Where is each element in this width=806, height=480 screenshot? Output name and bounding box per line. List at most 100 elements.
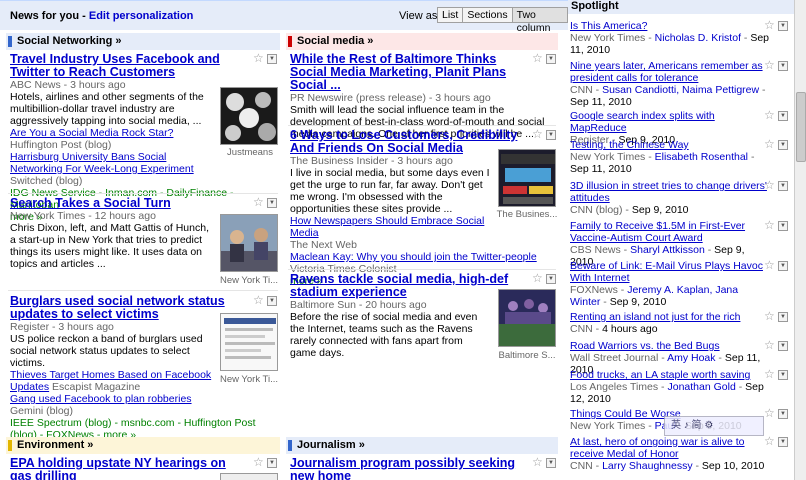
thumbnail-caption: Justmeans bbox=[227, 147, 273, 158]
star-icon[interactable]: ☆ bbox=[764, 179, 776, 192]
scrollbar-thumb[interactable] bbox=[796, 92, 806, 162]
star-icon[interactable]: ☆ bbox=[764, 407, 776, 420]
spotlight-headline[interactable]: Nine years later, Americans remember as … bbox=[570, 60, 770, 84]
page-title: News for you bbox=[10, 10, 80, 22]
vertical-scrollbar[interactable] bbox=[794, 0, 806, 480]
story-headline[interactable]: Ravens tackle social media, high-def sta… bbox=[290, 273, 525, 299]
story-headline[interactable]: Journalism program possibly seeking new … bbox=[290, 457, 525, 480]
chevron-down-icon[interactable]: ▼ bbox=[778, 341, 788, 351]
spotlight-headline[interactable]: Beware of Link: E-Mail Virus Plays Havoc… bbox=[570, 260, 770, 284]
star-icon[interactable]: ☆ bbox=[764, 59, 776, 72]
spotlight-author[interactable]: Larry Shaughnessy bbox=[602, 460, 692, 472]
section-title-social-networking[interactable]: Social Networking » bbox=[6, 33, 280, 50]
star-icon[interactable]: ☆ bbox=[764, 138, 776, 151]
spotlight-controls: ☆ ▼ bbox=[764, 109, 788, 122]
chevron-down-icon[interactable]: ▼ bbox=[267, 198, 277, 208]
edit-personalization-link[interactable]: Edit personalization bbox=[89, 10, 194, 22]
story-headline[interactable]: Travel Industry Uses Facebook and Twitte… bbox=[10, 53, 245, 79]
story-thumbnail[interactable] bbox=[220, 87, 278, 145]
star-icon[interactable]: ☆ bbox=[764, 219, 776, 232]
spotlight-headline[interactable]: Is This America? bbox=[570, 20, 770, 32]
view-list-button[interactable]: List bbox=[437, 7, 464, 23]
star-icon[interactable]: ☆ bbox=[764, 339, 776, 352]
spotlight-headline[interactable]: Google search index splits with MapReduc… bbox=[570, 110, 770, 134]
star-icon[interactable]: ☆ bbox=[253, 294, 265, 307]
story-item: EPA holding upstate NY hearings on gas d… bbox=[10, 456, 278, 480]
view-sections-button[interactable]: Sections bbox=[462, 7, 513, 23]
chevron-down-icon[interactable]: ▼ bbox=[267, 458, 277, 468]
spotlight-meta: New York Times - Nicholas D. Kristof - S… bbox=[570, 32, 770, 56]
star-icon[interactable]: ☆ bbox=[764, 435, 776, 448]
star-icon[interactable]: ☆ bbox=[253, 196, 265, 209]
chevron-down-icon[interactable]: ▼ bbox=[267, 54, 277, 64]
star-icon[interactable]: ☆ bbox=[532, 52, 544, 65]
section-title-journalism[interactable]: Journalism » bbox=[286, 437, 558, 454]
spotlight-headline[interactable]: Road Warriors vs. the Bed Bugs bbox=[570, 340, 770, 352]
story-headline[interactable]: EPA holding upstate NY hearings on gas d… bbox=[10, 457, 245, 480]
story-thumbnail[interactable] bbox=[498, 149, 556, 207]
spotlight-item: Nine years later, Americans remember as … bbox=[570, 60, 770, 108]
star-icon[interactable]: ☆ bbox=[253, 52, 265, 65]
spotlight-author[interactable]: Susan Candiotti, Naima Pettigrew bbox=[602, 84, 759, 96]
chevron-down-icon[interactable]: ▼ bbox=[778, 61, 788, 71]
star-icon[interactable]: ☆ bbox=[764, 310, 776, 323]
chevron-down-icon[interactable]: ▼ bbox=[267, 296, 277, 306]
spotlight-headline[interactable]: Family to Receive $1.5M in First-Ever Va… bbox=[570, 220, 770, 244]
related-link[interactable]: Maclean Kay: Why you should join the Twi… bbox=[290, 251, 537, 263]
story-headline[interactable]: 6 Ways to Lose Customers, Credibility An… bbox=[290, 129, 525, 155]
chevron-down-icon[interactable]: ▼ bbox=[778, 140, 788, 150]
spotlight-headline[interactable]: At last, hero of ongoing war is alive to… bbox=[570, 436, 770, 460]
section-title-social-media[interactable]: Social media » bbox=[286, 33, 558, 50]
chevron-down-icon[interactable]: ▼ bbox=[778, 111, 788, 121]
spotlight-headline[interactable]: Renting an island not just for the rich bbox=[570, 311, 770, 323]
related-item: Thieves Target Homes Based on Facebook U… bbox=[10, 369, 215, 393]
star-icon[interactable]: ☆ bbox=[764, 109, 776, 122]
star-icon[interactable]: ☆ bbox=[532, 272, 544, 285]
star-icon[interactable]: ☆ bbox=[253, 456, 265, 469]
chevron-down-icon[interactable]: ▼ bbox=[546, 274, 556, 284]
ime-toolbar[interactable]: 英 ♪ 简 ⚙ bbox=[664, 416, 764, 436]
chevron-down-icon[interactable]: ▼ bbox=[778, 221, 788, 231]
related-link[interactable]: Gang used Facebook to plan robberies bbox=[10, 393, 192, 405]
chevron-down-icon[interactable]: ▼ bbox=[778, 409, 788, 419]
related-source: Switched (blog) bbox=[10, 175, 83, 187]
story-headline[interactable]: Search Takes a Social Turn bbox=[10, 197, 276, 210]
chevron-down-icon[interactable]: ▼ bbox=[778, 261, 788, 271]
story-thumbnail[interactable] bbox=[498, 289, 556, 347]
chevron-down-icon[interactable]: ▼ bbox=[778, 370, 788, 380]
view-two-column-button[interactable]: Two column bbox=[511, 7, 568, 34]
story-snippet: US police reckon a band of burglars used… bbox=[10, 333, 203, 369]
story-headline[interactable]: Burglars used social network status upda… bbox=[10, 295, 245, 321]
spotlight-headline[interactable]: Testing, the Chinese Way bbox=[570, 139, 770, 151]
star-icon[interactable]: ☆ bbox=[532, 456, 544, 469]
story-headline[interactable]: While the Rest of Baltimore Thinks Socia… bbox=[290, 53, 525, 92]
chevron-down-icon[interactable]: ▼ bbox=[546, 130, 556, 140]
related-link[interactable]: How Newspapers Should Embrace Social Med… bbox=[290, 215, 484, 239]
spotlight-author[interactable]: Nicholas D. Kristof bbox=[655, 32, 741, 44]
related-link[interactable]: Harrisburg University Bans Social Networ… bbox=[10, 151, 194, 175]
chevron-down-icon[interactable]: ▼ bbox=[778, 437, 788, 447]
chevron-down-icon[interactable]: ▼ bbox=[546, 458, 556, 468]
story-thumbnail[interactable] bbox=[220, 473, 278, 480]
spotlight-headline[interactable]: 3D illusion in street tries to change dr… bbox=[570, 180, 770, 204]
spotlight-author[interactable]: Sharyl Attkisson bbox=[630, 244, 705, 256]
spotlight-author[interactable]: Amy Hoak bbox=[667, 352, 715, 364]
star-icon[interactable]: ☆ bbox=[764, 19, 776, 32]
story-thumbnail[interactable] bbox=[220, 313, 278, 371]
story-thumbnail[interactable] bbox=[220, 214, 278, 272]
spotlight-meta: New York Times - Elisabeth Rosenthal - S… bbox=[570, 151, 755, 175]
star-icon[interactable]: ☆ bbox=[532, 128, 544, 141]
chevron-down-icon[interactable]: ▼ bbox=[778, 181, 788, 191]
star-icon[interactable]: ☆ bbox=[764, 259, 776, 272]
related-link[interactable]: Are You a Social Media Rock Star? bbox=[10, 127, 173, 139]
story-controls: ☆ ▼ bbox=[253, 294, 277, 307]
spotlight-author[interactable]: Jonathan Gold bbox=[667, 381, 735, 393]
section-title-environment[interactable]: Environment » bbox=[6, 437, 280, 454]
chevron-down-icon[interactable]: ▼ bbox=[778, 21, 788, 31]
spotlight-author[interactable]: Elisabeth Rosenthal bbox=[655, 151, 748, 163]
star-icon[interactable]: ☆ bbox=[764, 368, 776, 381]
spotlight-item: 3D illusion in street tries to change dr… bbox=[570, 180, 770, 216]
chevron-down-icon[interactable]: ▼ bbox=[778, 312, 788, 322]
chevron-down-icon[interactable]: ▼ bbox=[546, 54, 556, 64]
spotlight-headline[interactable]: Food trucks, an LA staple worth saving bbox=[570, 369, 770, 381]
